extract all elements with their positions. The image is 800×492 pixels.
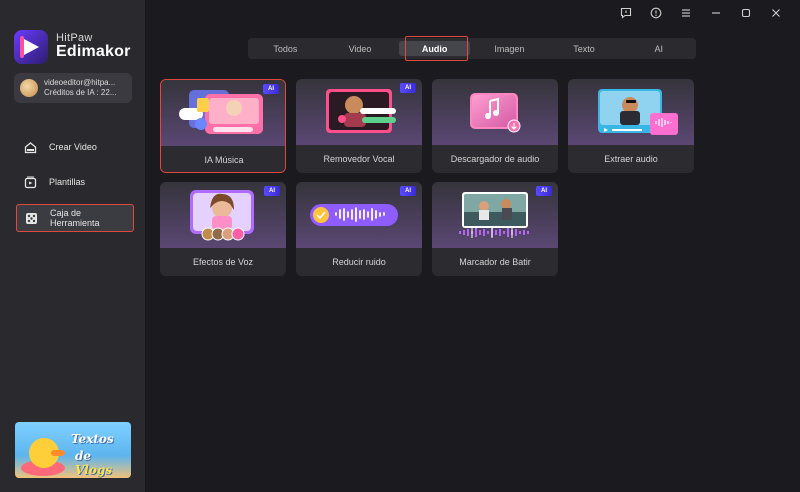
tool-label: Descargador de audio bbox=[432, 145, 558, 173]
avatar bbox=[20, 79, 38, 97]
sidebar-item-crear-video[interactable]: Crear Video bbox=[16, 134, 134, 160]
ai-badge: AI bbox=[536, 186, 552, 196]
ai-badge: AI bbox=[400, 186, 416, 196]
feedback-button[interactable] bbox=[612, 5, 640, 21]
promo-banner[interactable]: Textos de Vlogs bbox=[15, 422, 131, 478]
sidebar-nav: Crear Video Plantillas Caja de Herramien… bbox=[16, 134, 134, 241]
sidebar-item-label: Plantillas bbox=[49, 177, 86, 187]
tool-label: IA Música bbox=[161, 146, 285, 172]
tool-label: Marcador de Batir bbox=[432, 248, 558, 276]
tab-video[interactable]: Video bbox=[323, 38, 398, 59]
tab-imagen[interactable]: Imagen bbox=[472, 38, 547, 59]
ai-badge: AI bbox=[400, 83, 416, 93]
info-icon bbox=[650, 7, 662, 19]
tool-label: Extraer audio bbox=[568, 145, 694, 173]
tool-card-ia-musica[interactable]: AI IA Música bbox=[160, 79, 286, 173]
account-card[interactable]: videoeditor@hitpa... Créditos de IA : 22… bbox=[14, 73, 132, 103]
account-credits: Créditos de IA : 22... bbox=[44, 88, 117, 97]
close-button[interactable] bbox=[762, 5, 790, 21]
tool-card-removedor-vocal[interactable]: AI Removedor Vocal bbox=[296, 79, 422, 173]
tool-card-efectos-de-voz[interactable]: AI Efectos de Voz bbox=[160, 182, 286, 276]
audio-download-illustration bbox=[470, 93, 521, 133]
tool-card-marcador-de-batir[interactable]: AI Marcador de Batir bbox=[432, 182, 558, 276]
sidebar-item-plantillas[interactable]: Plantillas bbox=[16, 169, 134, 195]
account-email: videoeditor@hitpa... bbox=[44, 77, 116, 87]
close-icon bbox=[772, 9, 780, 17]
toolbox-icon bbox=[24, 211, 38, 225]
edimakor-logo-icon bbox=[14, 30, 48, 64]
templates-icon bbox=[23, 175, 37, 189]
menu-button[interactable] bbox=[672, 5, 700, 21]
tool-card-descargador-de-audio[interactable]: Descargador de audio bbox=[432, 79, 558, 173]
sidebar-item-caja-de-herramienta[interactable]: Caja de Herramienta bbox=[16, 204, 134, 232]
tool-card-extraer-audio[interactable]: Extraer audio bbox=[568, 79, 694, 173]
promo-subtitle: de Vlogs bbox=[75, 449, 113, 477]
window-controls bbox=[612, 5, 790, 21]
hamburger-icon bbox=[682, 9, 690, 17]
sidebar: HitPaw Edimakor videoeditor@hitpa... Cré… bbox=[0, 0, 146, 492]
brand: HitPaw Edimakor bbox=[14, 30, 131, 64]
tool-label: Efectos de Voz bbox=[160, 248, 286, 276]
maximize-icon bbox=[741, 8, 751, 18]
tab-ai[interactable]: AI bbox=[621, 38, 696, 59]
category-tabs: Todos Video Audio Imagen Texto AI bbox=[248, 38, 696, 59]
tool-label: Removedor Vocal bbox=[296, 145, 422, 173]
maximize-button[interactable] bbox=[732, 5, 760, 21]
sidebar-item-label: Crear Video bbox=[49, 142, 97, 152]
tab-texto[interactable]: Texto bbox=[547, 38, 622, 59]
promo-title: Textos bbox=[71, 432, 114, 446]
sidebar-item-label: Caja de Herramienta bbox=[50, 208, 100, 228]
tool-card-reducir-ruido[interactable]: AI Reducir ruido bbox=[296, 182, 422, 276]
tool-thumbnail bbox=[432, 79, 558, 145]
ai-badge: AI bbox=[264, 186, 280, 196]
tool-thumbnail bbox=[568, 79, 694, 145]
duck-graphic bbox=[29, 438, 65, 468]
home-icon bbox=[23, 140, 37, 154]
promo-highlight: Vlogs bbox=[75, 463, 113, 477]
brand-name: Edimakor bbox=[56, 43, 131, 61]
tab-audio[interactable]: Audio bbox=[397, 38, 472, 59]
tab-todos[interactable]: Todos bbox=[248, 38, 323, 59]
info-button[interactable] bbox=[642, 5, 670, 21]
ai-badge: AI bbox=[263, 84, 279, 94]
extract-audio-illustration bbox=[598, 89, 678, 135]
minimize-icon bbox=[712, 12, 720, 14]
feedback-icon bbox=[620, 7, 632, 19]
minimize-button[interactable] bbox=[702, 5, 730, 21]
tool-label: Reducir ruido bbox=[296, 248, 422, 276]
